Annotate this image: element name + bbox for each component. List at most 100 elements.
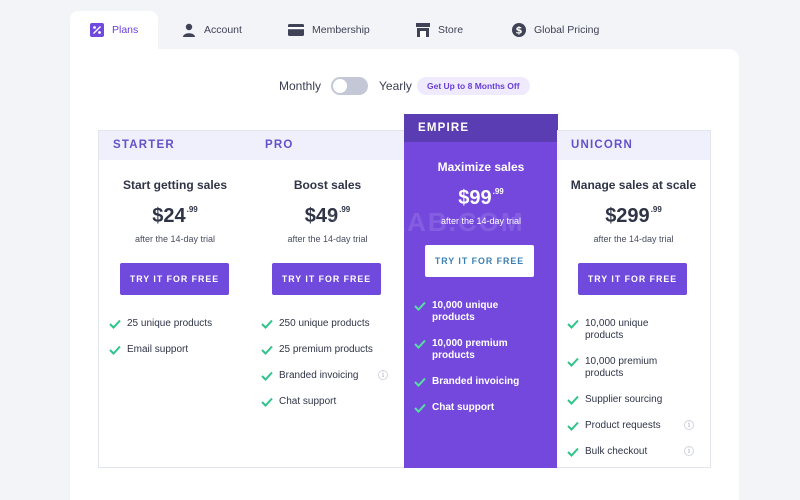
feature-item: Branded invoicing — [404, 374, 558, 400]
feature-text: 10,000 unique products — [432, 300, 499, 323]
tab-account[interactable]: Account — [182, 11, 242, 49]
tab-membership[interactable]: Membership — [288, 11, 370, 49]
feature-item: 10,000 unique products — [557, 316, 710, 342]
plan-card-empire: EMPIRE Maximize sales $99.99 after the 14-d… — [404, 114, 558, 468]
price-dollars: $49 — [304, 205, 339, 227]
feature-item: Product requests i — [557, 418, 710, 444]
price-cents: .99 — [339, 205, 351, 214]
plan-tagline: Manage sales at scale — [570, 178, 697, 192]
feature-text: 25 unique products — [127, 318, 213, 329]
feature-text: Branded invoicing — [279, 370, 359, 381]
plan-tagline: Boost sales — [293, 178, 362, 192]
user-icon — [183, 23, 195, 37]
feature-item: Chat support — [251, 394, 404, 420]
feature-text: Supplier sourcing — [585, 394, 663, 405]
feature-item: 25 premium products — [251, 342, 404, 368]
info-icon[interactable]: i — [684, 446, 694, 456]
feature-text: 10,000 premium products — [585, 356, 658, 379]
plan-card-pro: PRO Boost sales $49.99 after the 14-day tri… — [251, 130, 405, 468]
check-icon — [414, 377, 426, 387]
tab-plans-label: Plans — [112, 24, 139, 36]
tab-membership-label: Membership — [312, 24, 370, 36]
monthly-label[interactable]: Monthly — [279, 79, 321, 93]
feature-text: 10,000 unique products — [585, 318, 649, 341]
feature-item: Supplier sourcing — [557, 392, 710, 418]
price-cents: .99 — [492, 187, 504, 196]
plan-price: $99.99 — [404, 187, 558, 210]
tab-account-label: Account — [204, 24, 242, 36]
feature-item: 25 unique products — [99, 316, 251, 342]
feature-item: Branded invoicing i — [251, 368, 404, 394]
try-it-for-free-button[interactable]: TRY IT FOR FREE — [120, 263, 229, 295]
plans-grid: STARTER Start getting sales $24.99 after th… — [98, 114, 711, 468]
yearly-label[interactable]: Yearly — [379, 79, 412, 93]
price-dollars: $299 — [605, 205, 650, 227]
try-it-for-free-button[interactable]: TRY IT FOR FREE — [425, 245, 534, 277]
feature-item: 10,000 premium products — [404, 336, 558, 362]
plan-price: $49.99 — [251, 205, 404, 228]
feature-text: Product requests — [585, 420, 661, 431]
feature-item: 250 unique products — [251, 316, 404, 342]
plan-card-starter: STARTER Start getting sales $24.99 after th… — [98, 130, 252, 468]
check-icon — [567, 421, 579, 431]
dollar-circle-icon: $ — [512, 23, 526, 37]
plan-trial-note: after the 14-day trial — [134, 234, 216, 244]
tab-store[interactable]: Store — [416, 11, 463, 49]
percent-tag-icon — [90, 23, 104, 37]
check-icon — [567, 357, 579, 367]
credit-card-icon — [288, 24, 304, 36]
feature-text: Chat support — [432, 402, 495, 413]
feature-text: 250 unique products — [279, 318, 370, 329]
plan-price: $299.99 — [557, 205, 710, 228]
check-icon — [261, 319, 273, 329]
feature-item: Bulk checkout i — [557, 444, 710, 470]
svg-text:$: $ — [516, 26, 523, 37]
plan-card-unicorn: UNICORN Manage sales at scale $299.99 after… — [557, 130, 711, 468]
tab-global-pricing-label: Global Pricing — [534, 24, 600, 36]
info-icon[interactable]: i — [684, 420, 694, 430]
info-icon[interactable]: i — [378, 370, 388, 380]
storefront-icon — [416, 23, 430, 37]
price-dollars: $24 — [152, 205, 186, 227]
try-it-for-free-button[interactable]: TRY IT FOR FREE — [578, 263, 687, 295]
check-icon — [261, 371, 273, 381]
plan-name: UNICORN — [557, 131, 710, 160]
discount-badge: Get Up to 8 Months Off — [417, 77, 530, 95]
plan-tagline: Maximize sales — [437, 160, 525, 174]
check-icon — [414, 301, 426, 311]
check-icon — [567, 447, 579, 457]
feature-text: Bulk checkout — [585, 446, 648, 457]
check-icon — [109, 319, 121, 329]
tab-store-label: Store — [438, 24, 464, 36]
check-icon — [109, 345, 121, 355]
toggle-knob — [333, 79, 347, 93]
tab-plans[interactable]: Plans — [70, 11, 159, 49]
check-icon — [567, 395, 579, 405]
plan-tagline: Start getting sales — [122, 178, 228, 192]
plan-name: STARTER — [99, 131, 251, 160]
check-icon — [414, 339, 426, 349]
feature-text: Email support — [127, 344, 189, 355]
feature-item: 10,000 premium products — [557, 354, 710, 380]
billing-period-toggle[interactable] — [331, 77, 368, 95]
check-icon — [261, 397, 273, 407]
feature-text: Branded invoicing — [432, 376, 520, 387]
price-cents: .99 — [650, 205, 662, 214]
billing-toggle-row: Monthly Yearly Get Up to 8 Months Off — [0, 77, 800, 97]
feature-text: Chat support — [279, 396, 337, 407]
plan-name: EMPIRE — [404, 114, 558, 142]
plan-trial-note: after the 14-day trial — [593, 234, 674, 244]
tab-global-pricing[interactable]: $ Global Pricing — [512, 11, 599, 49]
feature-text: 25 premium products — [279, 344, 373, 355]
plan-name: PRO — [251, 131, 404, 160]
check-icon — [261, 345, 273, 355]
plan-price: $24.99 — [99, 205, 251, 228]
price-cents: .99 — [186, 205, 198, 214]
feature-text: 10,000 premium products — [432, 338, 508, 361]
plan-trial-note: after the 14-day trial — [440, 216, 522, 226]
price-dollars: $99 — [458, 187, 492, 209]
feature-item: Email support — [99, 342, 251, 368]
try-it-for-free-button[interactable]: TRY IT FOR FREE — [272, 263, 381, 295]
check-icon — [414, 403, 426, 413]
plan-trial-note: after the 14-day trial — [287, 234, 368, 244]
